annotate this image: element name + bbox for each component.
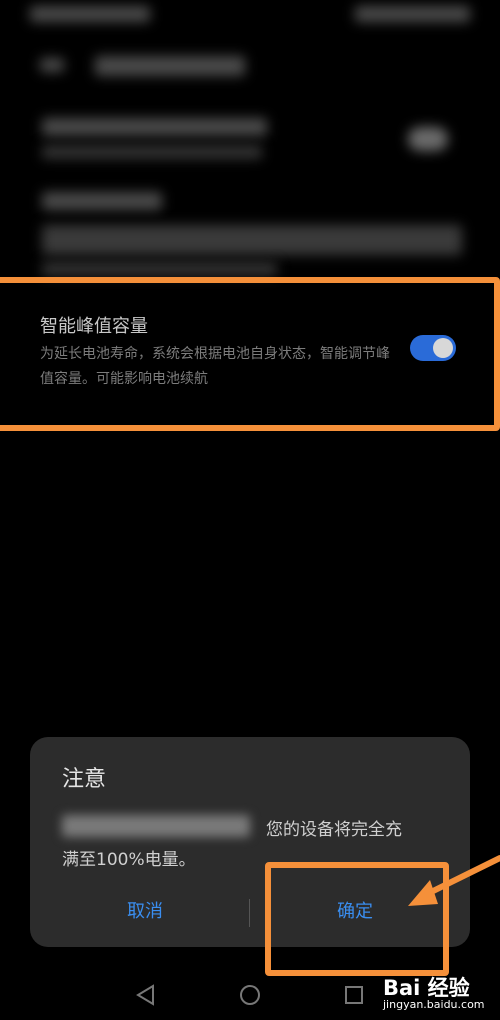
setting-item-1-desc-blur xyxy=(42,145,262,159)
page-title-blur xyxy=(95,56,245,76)
dialog-title: 注意 xyxy=(62,767,107,792)
page-header xyxy=(0,40,500,90)
cancel-button[interactable]: 取消 xyxy=(40,887,250,937)
back-arrow-blur[interactable] xyxy=(40,58,64,72)
watermark-url: jingyan.baidu.com xyxy=(383,998,485,1011)
setting-item-2-title-blur xyxy=(42,192,162,210)
baidu-jingyan-watermark: Bai 经验 jingyan.baidu.com xyxy=(383,972,493,1018)
dialog-message-redacted xyxy=(62,815,250,837)
status-bar xyxy=(0,0,500,30)
dialog-message-line1: 您的设备将完全充 xyxy=(266,820,402,840)
setting-item-2-desc-blur xyxy=(42,225,462,255)
home-circle-icon[interactable] xyxy=(237,982,263,1008)
status-bar-left-blur xyxy=(30,6,150,22)
setting-item-1-title-blur xyxy=(42,118,267,136)
back-triangle-icon[interactable] xyxy=(133,982,159,1008)
dialog-message-line2: 满至100%电量。 xyxy=(62,850,196,870)
setting-item-2-link-blur xyxy=(42,262,277,276)
annotation-arrow-icon xyxy=(408,855,500,906)
annotation-highlight-box xyxy=(0,277,500,431)
status-bar-right-blur xyxy=(355,6,470,22)
setting-item-1-toggle-blur[interactable] xyxy=(408,127,448,151)
recents-square-icon[interactable] xyxy=(341,982,367,1008)
